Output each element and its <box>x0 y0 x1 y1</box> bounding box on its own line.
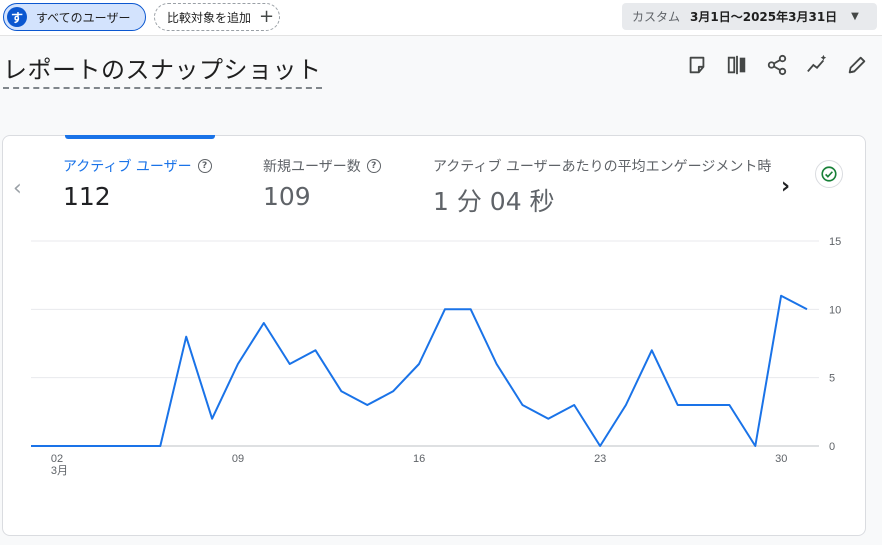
x-tick-label: 02 <box>51 453 63 465</box>
y-tick-label: 10 <box>829 304 841 316</box>
caret-down-icon: ▼ <box>851 11 859 22</box>
x-tick-label: 30 <box>775 453 787 465</box>
compare-icon <box>727 55 746 75</box>
note-button[interactable] <box>686 54 708 76</box>
insights-icon <box>807 54 827 73</box>
segment-badge: す <box>7 7 27 27</box>
x-tick-label: 23 <box>594 453 606 465</box>
insights-button[interactable] <box>806 54 828 76</box>
page-title[interactable]: レポートのスナップショット <box>3 50 322 89</box>
edit-button[interactable] <box>846 54 868 76</box>
y-tick-label: 15 <box>829 236 841 248</box>
segment-chip-all-users[interactable]: す すべてのユーザー <box>3 3 146 31</box>
note-icon <box>689 56 705 74</box>
top-bar: す すべてのユーザー 比較対象を追加 + カスタム 3月1日～2025年3月31… <box>0 0 882 36</box>
snapshot-card: ‹ アクティブ ユーザー ? 112 新規ユーザー数 ? 109 アクティブ ユ… <box>2 135 866 536</box>
y-tick-label: 5 <box>829 373 835 385</box>
toolbar-actions <box>686 54 868 76</box>
compare-button[interactable] <box>726 54 748 76</box>
plus-icon: + <box>259 6 275 27</box>
y-tick-label: 0 <box>829 441 835 453</box>
share-icon <box>767 54 787 76</box>
x-tick-sublabel: 3月 <box>51 465 68 477</box>
share-button[interactable] <box>766 54 788 76</box>
date-custom-label: カスタム <box>632 10 681 24</box>
pencil-icon <box>848 56 866 74</box>
add-comparison-button[interactable]: 比較対象を追加 + <box>154 3 280 31</box>
x-tick-label: 09 <box>232 453 244 465</box>
add-comparison-label: 比較対象を追加 <box>167 10 252 25</box>
segment-label: すべてのユーザー <box>36 10 131 25</box>
date-range-picker[interactable]: カスタム 3月1日～2025年3月31日 ▼ <box>622 3 877 30</box>
active-users-line-chart: 0 5 10 15 023月 09 16 23 30 <box>31 236 841 477</box>
series-line-active-users <box>31 294 808 447</box>
date-range-value: 3月1日～2025年3月31日 <box>690 10 838 24</box>
x-tick-label: 16 <box>413 453 425 465</box>
